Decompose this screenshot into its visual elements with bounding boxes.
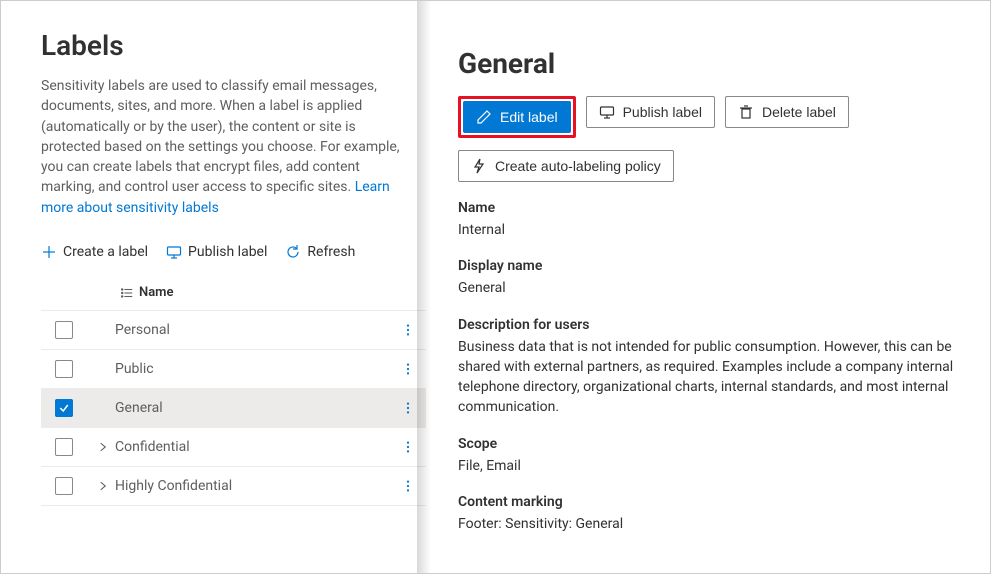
row-more-button[interactable]: [396, 323, 420, 337]
intro-prefix: Sensitivity labels are used to classify …: [41, 78, 400, 195]
chevron-right-icon[interactable]: [97, 480, 109, 492]
more-vertical-icon: [401, 362, 415, 376]
page-title: Labels: [41, 29, 426, 62]
monitor-icon: [166, 244, 182, 260]
pencil-icon: [476, 109, 492, 125]
refresh-icon: [285, 244, 301, 260]
command-bar: Create a label Publish label Refresh: [41, 238, 426, 275]
row-name: Public: [115, 361, 396, 377]
more-vertical-icon: [401, 323, 415, 337]
label-list: Personal Public General Confidential Highly …: [41, 311, 426, 506]
detail-section: Description for users Business data that …: [458, 317, 958, 418]
table-row[interactable]: Public: [41, 350, 426, 389]
auto-labeling-text: Create auto-labeling policy: [495, 158, 661, 174]
create-label-button[interactable]: Create a label: [41, 244, 148, 260]
lightning-icon: [471, 158, 487, 174]
table-row[interactable]: General: [41, 389, 426, 428]
row-name: Highly Confidential: [115, 478, 396, 494]
edit-highlight: Edit label: [458, 96, 576, 138]
section-value: Business data that is not intended for p…: [458, 337, 958, 418]
table-row[interactable]: Confidential: [41, 428, 426, 467]
row-checkbox[interactable]: [55, 477, 73, 495]
edit-label-text: Edit label: [500, 109, 558, 125]
row-more-button[interactable]: [396, 440, 420, 454]
more-vertical-icon: [401, 479, 415, 493]
table-row[interactable]: Highly Confidential: [41, 467, 426, 506]
column-header-name[interactable]: Name: [139, 285, 426, 300]
intro-text: Sensitivity labels are used to classify …: [41, 76, 426, 218]
plus-icon: [41, 244, 57, 260]
section-title: Display name: [458, 258, 958, 274]
row-more-button[interactable]: [396, 479, 420, 493]
detail-sections: Name Internal Display name General Descripti…: [458, 200, 958, 534]
delete-label-button[interactable]: Delete label: [725, 96, 849, 128]
publish-label-text-detail: Publish label: [623, 104, 702, 120]
section-value: File, Email: [458, 456, 958, 476]
row-more-button[interactable]: [396, 401, 420, 415]
refresh-button[interactable]: Refresh: [285, 244, 355, 260]
detail-section: Name Internal: [458, 200, 958, 240]
publish-label-button-detail[interactable]: Publish label: [586, 96, 715, 128]
section-value: Internal: [458, 220, 958, 240]
section-value: Footer: Sensitivity: General: [458, 514, 958, 534]
detail-section: Display name General: [458, 258, 958, 298]
section-title: Scope: [458, 436, 958, 452]
chevron-right-icon[interactable]: [97, 441, 109, 453]
detail-section: Content marking Footer: Sensitivity: Gene…: [458, 494, 958, 534]
monitor-icon: [599, 104, 615, 120]
publish-label-button[interactable]: Publish label: [166, 244, 267, 260]
row-checkbox[interactable]: [55, 321, 73, 339]
create-label-text: Create a label: [63, 244, 148, 260]
labels-panel: Labels Sensitivity labels are used to cl…: [1, 1, 426, 573]
trash-icon: [738, 104, 754, 120]
section-title: Description for users: [458, 317, 958, 333]
row-name: General: [115, 400, 396, 416]
row-name: Confidential: [115, 439, 396, 455]
table-row[interactable]: Personal: [41, 311, 426, 350]
row-checkbox[interactable]: [55, 399, 73, 417]
detail-section: Scope File, Email: [458, 436, 958, 476]
more-vertical-icon: [401, 440, 415, 454]
row-more-button[interactable]: [396, 362, 420, 376]
row-name: Personal: [115, 322, 396, 338]
section-title: Name: [458, 200, 958, 216]
row-checkbox[interactable]: [55, 360, 73, 378]
publish-label-text: Publish label: [188, 244, 267, 260]
section-value: General: [458, 278, 958, 298]
refresh-text: Refresh: [307, 244, 355, 260]
auto-labeling-button[interactable]: Create auto-labeling policy: [458, 150, 674, 182]
detail-actions: Edit label Publish label Delete label: [458, 96, 958, 138]
delete-label-text: Delete label: [762, 104, 836, 120]
detail-title: General: [458, 47, 958, 80]
section-title: Content marking: [458, 494, 958, 510]
detail-actions-row2: Create auto-labeling policy: [458, 150, 958, 182]
list-icon: [120, 286, 134, 300]
detail-panel: General Edit label Publish label Delete …: [426, 1, 990, 573]
list-header: Name: [41, 275, 426, 311]
row-checkbox[interactable]: [55, 438, 73, 456]
more-vertical-icon: [401, 401, 415, 415]
edit-label-button[interactable]: Edit label: [463, 101, 571, 133]
